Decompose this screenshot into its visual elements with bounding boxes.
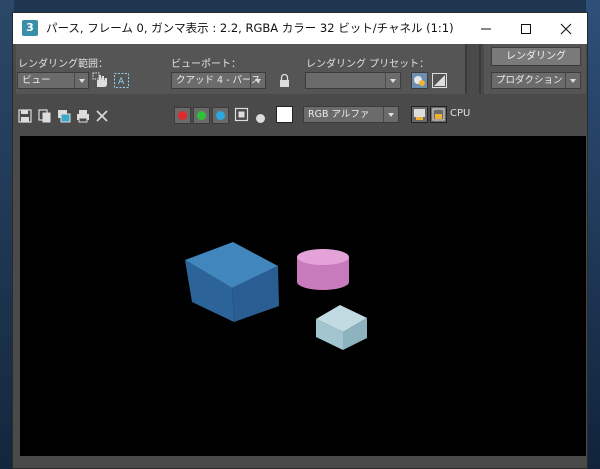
- monochrome-icon[interactable]: [255, 109, 266, 123]
- lock-icon[interactable]: [276, 72, 293, 89]
- display-channel-dropdown[interactable]: RGB アルファ: [303, 106, 399, 123]
- maximize-icon: [521, 24, 531, 34]
- render-mode-value: プロダクション: [496, 75, 563, 86]
- svg-text:A: A: [118, 77, 125, 87]
- maximize-button[interactable]: [506, 13, 546, 44]
- viewport-dropdown[interactable]: クアッド 4 - パース: [171, 72, 266, 89]
- color-swatch[interactable]: [276, 106, 293, 123]
- display-channel-value: RGB アルファ: [308, 109, 370, 120]
- toggle-ui-overlay-icon[interactable]: [411, 106, 428, 123]
- clear-icon[interactable]: [95, 108, 109, 122]
- alpha-channel-icon[interactable]: [234, 107, 249, 122]
- cpu-label: CPU: [450, 108, 471, 119]
- render-viewport[interactable]: [20, 136, 586, 456]
- close-icon: [560, 23, 572, 35]
- viewport-label: ビューポート：: [171, 59, 241, 70]
- region-select-hand-icon[interactable]: [92, 72, 109, 89]
- rendered-frame-window: 3 パース, フレーム 0, ガンマ表示 : 2.2, RGBA カラー 32 …: [12, 12, 588, 469]
- render-setup-icon[interactable]: [411, 72, 428, 89]
- render-mode-dropdown[interactable]: プロダクション: [491, 72, 581, 89]
- minimize-button[interactable]: [466, 13, 506, 44]
- light-blue-box: [316, 305, 367, 350]
- render-preset-label: レンダリング プリセット：: [306, 59, 430, 70]
- chevron-down-icon: [74, 73, 88, 88]
- print-icon[interactable]: [76, 108, 90, 123]
- minimize-icon: [481, 28, 491, 30]
- close-button[interactable]: [546, 13, 586, 44]
- panel-divider: [465, 44, 467, 94]
- copy-image-icon[interactable]: [38, 108, 52, 123]
- window-title: パース, フレーム 0, ガンマ表示 : 2.2, RGBA カラー 32 ビッ…: [46, 21, 454, 35]
- render-button[interactable]: レンダリング: [491, 47, 581, 66]
- chevron-down-icon: [385, 73, 400, 88]
- green-channel-button[interactable]: [193, 107, 210, 124]
- rendered-scene: [185, 242, 367, 350]
- title-bar[interactable]: 3 パース, フレーム 0, ガンマ表示 : 2.2, RGBA カラー 32 …: [13, 13, 587, 44]
- red-channel-button[interactable]: [174, 107, 191, 124]
- render-frame-icon[interactable]: [430, 106, 447, 123]
- auto-region-icon[interactable]: A: [113, 72, 130, 89]
- clone-frame-icon[interactable]: [57, 108, 71, 123]
- pink-cylinder: [297, 249, 349, 290]
- chevron-down-icon: [250, 73, 265, 88]
- panel-divider: [479, 44, 481, 94]
- app-icon: 3: [22, 20, 38, 36]
- frame-toolbar: RGB アルファ CPU: [13, 99, 587, 129]
- blue-box: [185, 242, 279, 322]
- render-preset-dropdown[interactable]: [305, 72, 401, 89]
- render-area-dropdown[interactable]: ビュー: [17, 72, 89, 89]
- desktop-background-right: [586, 0, 600, 469]
- render-area-label: レンダリング範囲：: [18, 59, 108, 70]
- status-strip: [13, 458, 587, 468]
- chevron-down-icon: [565, 73, 580, 88]
- blue-channel-button[interactable]: [212, 107, 229, 124]
- render-area-value: ビュー: [22, 75, 51, 86]
- environment-effects-icon[interactable]: [431, 72, 448, 89]
- chevron-down-icon: [383, 107, 398, 122]
- viewport-value: クアッド 4 - パース: [176, 75, 261, 86]
- save-icon[interactable]: [18, 108, 32, 123]
